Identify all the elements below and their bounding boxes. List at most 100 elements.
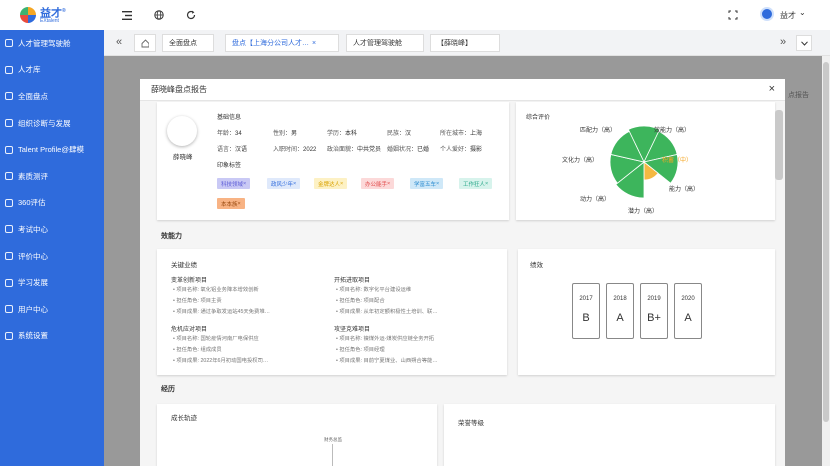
impression-tag: 办公能手 × [361, 178, 395, 189]
evaluation-rose-chart [609, 125, 679, 199]
sidebar-item-0[interactable]: 人才管理驾驶舱 [0, 30, 104, 57]
grade-year: 2017 [579, 296, 593, 302]
brand-logo[interactable]: 益才® EXtalent [0, 0, 104, 30]
basic-info-field: 政治面貌：中共党员 [327, 144, 381, 153]
tab-close-icon[interactable]: × [312, 40, 316, 47]
field-value: 2022 [303, 147, 317, 153]
tag-close-icon[interactable]: × [485, 181, 488, 187]
kpi-line-text: 项目成果: 2022年6月初动国电投权司… [176, 358, 269, 364]
field-key: 入职时间： [273, 147, 304, 153]
performance-grade-card: 2019 B+ [640, 283, 668, 339]
page-scroll-thumb[interactable] [823, 62, 829, 422]
tag-close-icon[interactable]: × [436, 181, 439, 187]
tag-label: 工作狂人 [463, 181, 486, 188]
basic-info-field: 婚姻状况：已婚 [387, 144, 429, 153]
performance-grade-card: 2018 A [606, 283, 634, 339]
fullscreen-icon[interactable] [726, 8, 740, 22]
org-icon [5, 119, 13, 128]
chevron-down-icon [800, 40, 808, 46]
tag-label: 学富五车 [414, 181, 437, 188]
kpi-group-line: • 项目成果: 从年初定额积极性土培训、联… [336, 307, 438, 315]
modal-scroll-thumb[interactable] [775, 110, 783, 180]
globe-icon[interactable] [152, 8, 166, 22]
impression-tag: 政风少年 × [267, 178, 301, 189]
tag-close-icon[interactable]: × [238, 201, 241, 207]
basic-info-field: 入职时间：2022 [273, 144, 316, 153]
sidebar-item-7[interactable]: 考试中心 [0, 216, 104, 243]
review-icon [5, 252, 13, 261]
kpi-group-line: • 担任角色: 项目经理 [336, 345, 385, 353]
kpi-title: 关键业绩 [171, 262, 197, 269]
kpi-line-text: 担任角色: 项目经理 [339, 347, 385, 353]
sidebar-item-6[interactable]: 360评估 [0, 190, 104, 217]
sidebar-item-label: 学习发展 [18, 278, 48, 288]
kpi-line-text: 项目名称: 数字化平台建设运维 [339, 287, 412, 293]
field-key: 所在城市： [440, 131, 471, 137]
grade-value: A [616, 312, 624, 324]
sidebar-item-9[interactable]: 学习发展 [0, 269, 104, 296]
grade-year: 2020 [681, 296, 695, 302]
basic-info-field: 年龄：34 [217, 128, 242, 137]
evaluation-label: 动力（高） [580, 197, 611, 203]
sidebar-item-label: 人才管理驾驶舱 [18, 38, 71, 48]
field-key: 个人爱好： [440, 147, 471, 153]
tab-label: 全面盘点 [169, 40, 197, 47]
evaluation-card: 综合评价 匹配力（高） 效能力（高） 文化力（高） 积蓄（中） 能力（高） 动力（高） 潜力… [516, 102, 775, 220]
profile-card: 薛晓峰 基础信息 年龄：34 性别：男 学历：本科 民族：汉 所在城市：上海 语言：汉语 入… [157, 102, 509, 220]
avatar[interactable] [760, 7, 774, 21]
sidebar-item-label: 评价中心 [18, 251, 48, 261]
menu-fold-icon[interactable] [120, 8, 134, 22]
page-scrollbar[interactable] [822, 56, 830, 466]
sidebar-item-8[interactable]: 评价中心 [0, 243, 104, 270]
sidebar-item-1[interactable]: 人才库 [0, 57, 104, 84]
field-value: 汉语 [235, 147, 248, 153]
tab-home[interactable] [134, 34, 156, 52]
sidebar-item-11[interactable]: 系统设置 [0, 323, 104, 350]
tab-inventory[interactable]: 全面盘点 [162, 34, 214, 52]
tab-profile[interactable]: 【薛晓峰】 [430, 34, 500, 52]
sidebar-item-3[interactable]: 组织诊断与发展 [0, 110, 104, 137]
growth-hint: 财务总监 [324, 437, 342, 442]
honor-card: 荣誉等级 [444, 404, 775, 466]
user-icon [5, 65, 13, 74]
tab-label: 盘点【上海分公司人才… [232, 40, 309, 47]
field-value: 本科 [345, 131, 358, 137]
growth-line [332, 444, 333, 466]
brand-registered-mark: ® [62, 7, 66, 14]
evaluation-label: 积蓄（中） [662, 158, 693, 164]
tab-inventory-report[interactable]: 盘点【上海分公司人才… × [225, 34, 339, 52]
brand-text: 益才® EXtalent [40, 6, 66, 25]
tabs-scroll-left-icon[interactable]: « [116, 36, 122, 48]
user-name[interactable]: 益才 [780, 10, 796, 21]
bg-report-label: 点报告 [788, 92, 809, 99]
growth-card: 成长轨迹 财务总监 [157, 404, 437, 466]
close-icon[interactable]: × [769, 83, 775, 95]
basic-info-field: 学历：本科 [327, 128, 357, 137]
sidebar-item-2[interactable]: 全面盘点 [0, 83, 104, 110]
tag-label: 办公能手 [365, 181, 388, 188]
kpi-line-text: 项目成果: 通过争取发运站45天免费堆… [176, 309, 270, 315]
tabs-dropdown-button[interactable] [796, 35, 812, 51]
tag-close-icon[interactable]: × [340, 181, 343, 187]
kpi-line-text: 项目名称: 国轮疫情河南厂电保供应 [176, 336, 259, 342]
tab-dashboard[interactable]: 人才管理驾驶舱 [346, 34, 424, 52]
profile-icon [5, 145, 13, 154]
sidebar-item-5[interactable]: 素质测评 [0, 163, 104, 190]
kpi-group-line: • 项目名称: 国轮疫情河南厂电保供应 [173, 334, 259, 342]
kpi-line-text: 担任角色: 组成成员 [176, 347, 222, 353]
grade-value: B [582, 312, 590, 324]
tag-close-icon[interactable]: × [293, 181, 296, 187]
field-value: 摄影 [470, 147, 483, 153]
modal-title: 薛晓峰盘点报告 [151, 85, 207, 94]
refresh-icon[interactable] [184, 8, 198, 22]
tag-close-icon[interactable]: × [243, 181, 246, 187]
tabs-scroll-right-icon[interactable]: » [780, 36, 786, 48]
sidebar-item-label: 素质测评 [18, 171, 48, 181]
kpi-group-line: • 项目名称: 数字化平台建设运维 [336, 285, 411, 293]
sidebar-item-10[interactable]: 用户中心 [0, 296, 104, 323]
performance-card: 绩效 2017 B 2018 A 2019 B+ 2020 A [518, 249, 775, 375]
sidebar-item-4[interactable]: Talent Profile@肆模 [0, 136, 104, 163]
tag-close-icon[interactable]: × [387, 181, 390, 187]
user-caret-icon[interactable]: ⌄ [799, 8, 806, 17]
kpi-group-line: • 项目成果: 通过争取发运站45天免费堆… [173, 307, 270, 315]
